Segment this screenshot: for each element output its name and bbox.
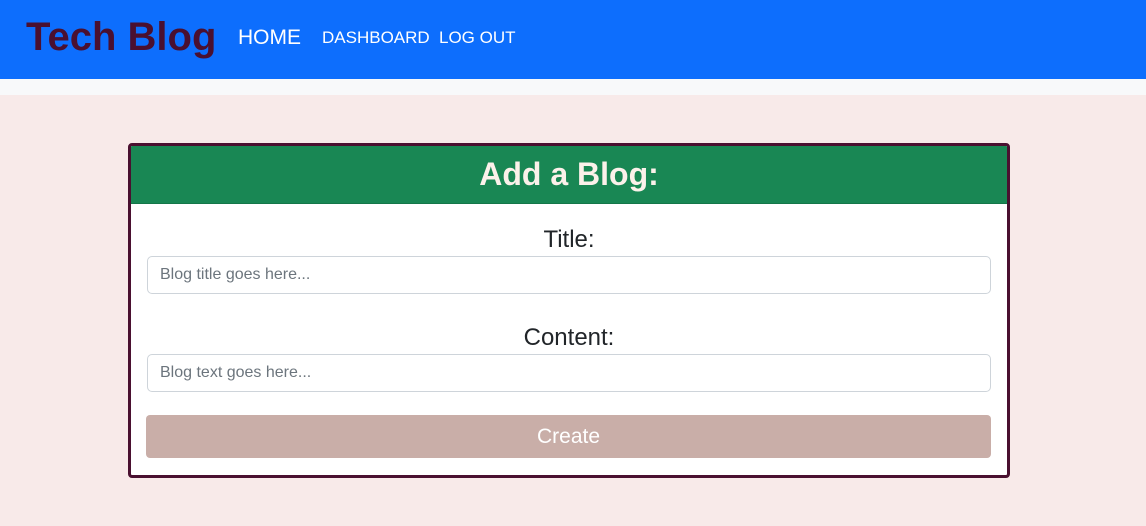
title-input[interactable] [147, 256, 991, 294]
add-blog-heading: Add a Blog: [479, 156, 659, 192]
title-label: Title: [543, 226, 595, 253]
site-brand[interactable]: Tech Blog [26, 14, 216, 60]
navbar-divider-strip [0, 79, 1146, 95]
nav-link-home[interactable]: HOME [238, 26, 301, 50]
add-blog-card: Add a Blog: Title: Content: Create [128, 143, 1010, 478]
content-input[interactable] [147, 354, 991, 392]
nav-link-logout[interactable]: LOG OUT [439, 28, 516, 48]
nav-link-dashboard[interactable]: DASHBOARD [322, 28, 430, 48]
top-navbar: Tech Blog HOME DASHBOARD LOG OUT [0, 0, 1146, 79]
content-label: Content: [523, 324, 615, 351]
create-button[interactable]: Create [146, 415, 991, 458]
card-header: Add a Blog: [131, 146, 1007, 204]
